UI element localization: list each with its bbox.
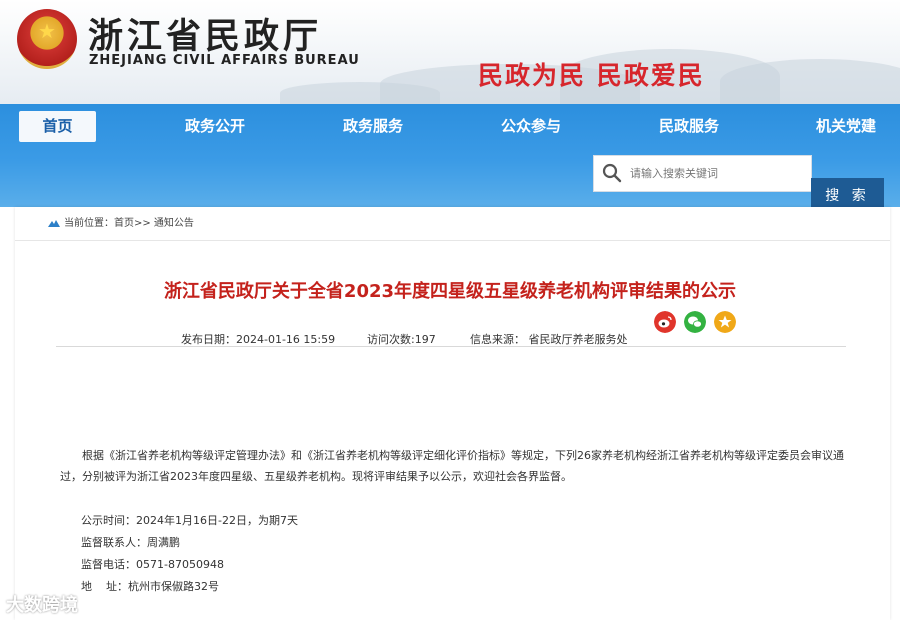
visit-count: 访问次数:197 bbox=[367, 333, 436, 346]
info-contact: 监督联系人：周满鹏 bbox=[81, 536, 180, 549]
weibo-icon[interactable] bbox=[654, 311, 676, 333]
publish-date: 发布日期：2024-01-16 15:59 bbox=[181, 333, 336, 346]
nav-item-party-building[interactable]: 机关党建 bbox=[806, 111, 886, 142]
breadcrumb-text[interactable]: 当前位置：首页>> 通知公告 bbox=[64, 218, 194, 229]
search-box bbox=[593, 155, 812, 192]
favorite-icon[interactable] bbox=[714, 311, 736, 333]
divider bbox=[56, 346, 846, 347]
breadcrumb: 当前位置：首页>> 通知公告 bbox=[48, 214, 194, 229]
location-icon bbox=[48, 220, 60, 227]
watermark: 大数跨境 bbox=[6, 595, 78, 616]
search-input[interactable] bbox=[630, 156, 805, 191]
article-body: 根据《浙江省养老机构等级评定管理办法》和《浙江省养老机构等级评定细化评价指标》等… bbox=[60, 449, 844, 483]
info-phone: 监督电话：0571-87050948 bbox=[81, 558, 224, 571]
article-title: 浙江省民政厅关于全省2023年度四星级五星级养老机构评审结果的公示 bbox=[163, 281, 737, 302]
mountain-decoration bbox=[280, 82, 440, 104]
nav-item-public-participation[interactable]: 公众参与 bbox=[491, 111, 571, 142]
nav-item-civil-services[interactable]: 民政服务 bbox=[649, 111, 729, 142]
site-title[interactable]: 浙江省民政厅 bbox=[88, 8, 322, 59]
national-emblem-icon[interactable]: ★ bbox=[17, 9, 77, 69]
mountain-decoration bbox=[720, 59, 900, 104]
wechat-icon[interactable] bbox=[684, 311, 706, 333]
info-source: 信息来源： 省民政厅养老服务处 bbox=[470, 333, 628, 346]
nav-item-government-affairs[interactable]: 政务公开 bbox=[175, 111, 255, 142]
search-icon[interactable] bbox=[602, 163, 622, 183]
nav-item-home[interactable]: 首页 bbox=[19, 111, 96, 142]
nav-item-government-services[interactable]: 政务服务 bbox=[333, 111, 413, 142]
site-title-en: ZHEJIANG CIVIL AFFAIRS BUREAU bbox=[89, 53, 360, 68]
info-publicity-period: 公示时间：2024年1月16日-22日，为期7天 bbox=[81, 514, 298, 527]
divider bbox=[15, 240, 890, 241]
info-address: 地 址：杭州市保俶路32号 bbox=[81, 580, 219, 593]
site-header: ★ 浙江省民政厅 ZHEJIANG CIVIL AFFAIRS BUREAU 民… bbox=[0, 0, 900, 104]
slogan: 民政为民 民政爱民 bbox=[478, 61, 705, 90]
